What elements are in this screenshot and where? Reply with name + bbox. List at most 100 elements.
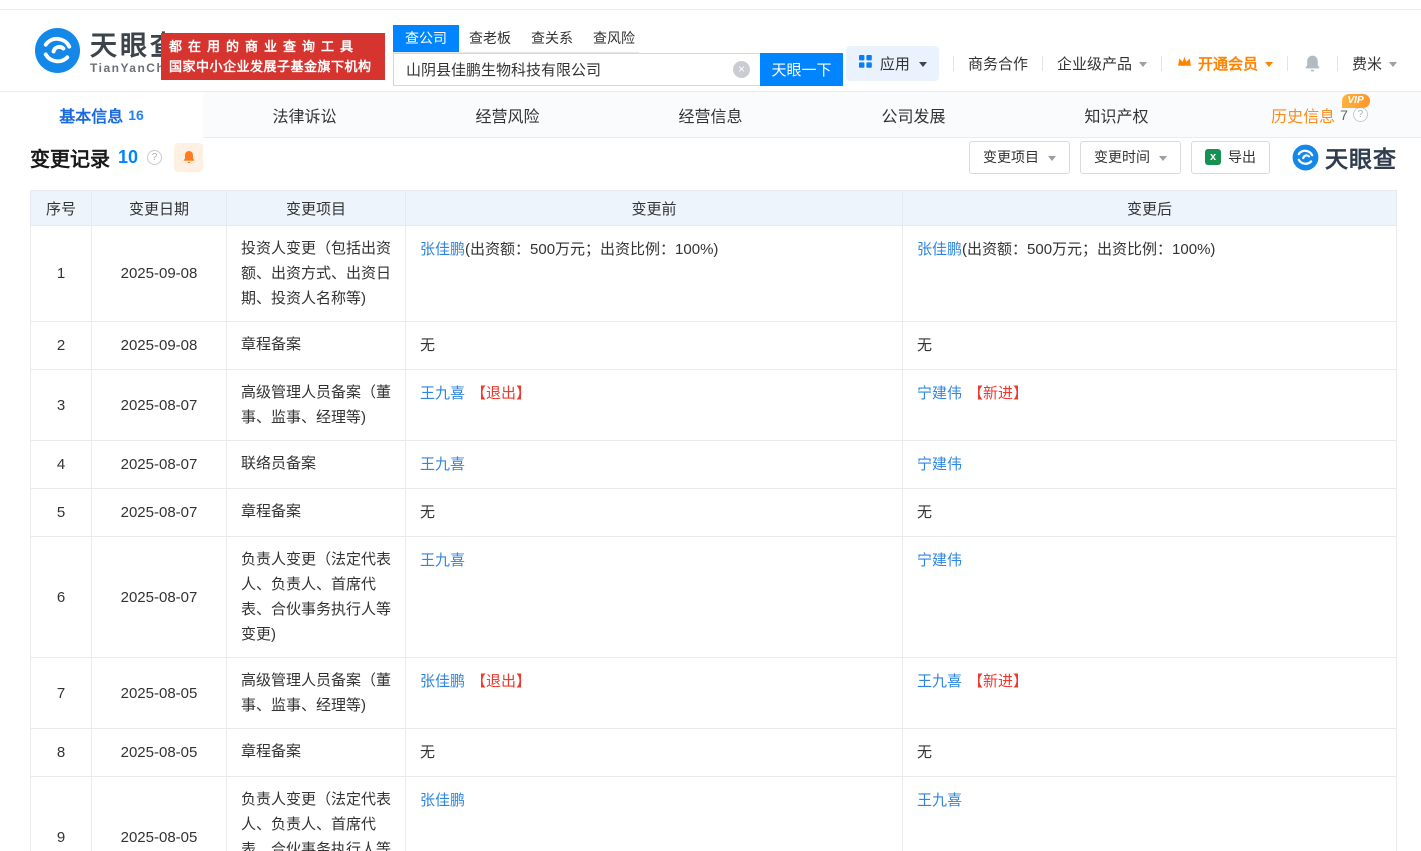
cell-item: 投资人变更（包括出资额、出资方式、出资日期、投资人名称等) bbox=[227, 226, 406, 322]
cell-date: 2025-08-07 bbox=[92, 441, 227, 489]
cell-after: 宁建伟 bbox=[903, 537, 1397, 658]
chevron-down-icon bbox=[1159, 156, 1167, 161]
apps-grid-icon bbox=[858, 54, 873, 73]
menu-item-enterprise[interactable]: 企业级产品 bbox=[1057, 53, 1147, 74]
person-link[interactable]: 宁建伟 bbox=[917, 552, 962, 569]
table-header-cell: 变更后 bbox=[903, 191, 1397, 226]
nav-tab[interactable]: 公司发展 bbox=[812, 92, 1015, 137]
cell-no: 7 bbox=[31, 658, 92, 729]
top-strip bbox=[0, 0, 1421, 10]
divider bbox=[953, 56, 954, 71]
help-icon[interactable]: ? bbox=[147, 150, 162, 165]
table-row: 12025-09-08投资人变更（包括出资额、出资方式、出资日期、投资人名称等)… bbox=[31, 226, 1397, 322]
watermark-logo: 天眼查 bbox=[1292, 140, 1397, 174]
cell-before: 王九喜 bbox=[406, 441, 903, 489]
cell-text: 无 bbox=[917, 337, 932, 354]
cell-after: 张佳鹏(出资额：500万元；出资比例：100%) bbox=[903, 226, 1397, 322]
logo-swirl-icon bbox=[1292, 144, 1319, 171]
chevron-down-icon bbox=[1389, 62, 1397, 67]
nav-tab[interactable]: 经营信息 bbox=[609, 92, 812, 137]
header: 天眼查 TianYanCha.com 都在用的商业查询工具 国家中小企业发展子基… bbox=[0, 11, 1421, 91]
cell-after: 无 bbox=[903, 729, 1397, 777]
table-row: 52025-08-07章程备案无无 bbox=[31, 489, 1397, 537]
filter-time-button[interactable]: 变更时间 bbox=[1080, 141, 1181, 174]
search-tab[interactable]: 查公司 bbox=[393, 25, 459, 52]
cell-text: (出资额：500万元；出资比例：100%) bbox=[465, 241, 718, 258]
watermark-text: 天眼查 bbox=[1325, 140, 1397, 174]
table-header-cell: 变更前 bbox=[406, 191, 903, 226]
apps-menu-button[interactable]: 应用 bbox=[846, 46, 939, 81]
nav-tab-label: 法律诉讼 bbox=[272, 103, 336, 127]
cell-item: 章程备案 bbox=[227, 729, 406, 777]
notification-bell-icon[interactable] bbox=[1302, 53, 1323, 74]
table-header-cell: 变更项目 bbox=[227, 191, 406, 226]
table-row: 72025-08-05高级管理人员备案（董事、监事、经理等)张佳鹏【退出】王九喜… bbox=[31, 658, 1397, 729]
person-link[interactable]: 张佳鹏 bbox=[420, 792, 465, 809]
section-title: 变更记录 bbox=[30, 143, 110, 172]
person-link[interactable]: 王九喜 bbox=[917, 792, 962, 809]
nav-tab[interactable]: 经营风险 bbox=[406, 92, 609, 137]
cell-text: 无 bbox=[420, 337, 435, 354]
company-search-input[interactable] bbox=[393, 53, 760, 86]
chevron-down-icon bbox=[1265, 62, 1273, 67]
export-button[interactable]: x 导出 bbox=[1191, 141, 1270, 174]
vip-menu-button[interactable]: 开通会员 bbox=[1176, 53, 1273, 74]
search-tab[interactable]: 查老板 bbox=[459, 25, 521, 52]
cell-before: 王九喜【退出】 bbox=[406, 370, 903, 441]
change-records-table: 序号变更日期变更项目变更前变更后 12025-09-08投资人变更（包括出资额、… bbox=[30, 190, 1397, 851]
cell-date: 2025-08-07 bbox=[92, 489, 227, 537]
section-count: 10 bbox=[118, 147, 138, 168]
change-status-tag: 【新进】 bbox=[968, 385, 1028, 402]
promo-line1: 都在用的商业查询工具 bbox=[169, 37, 377, 57]
person-link[interactable]: 张佳鹏 bbox=[420, 241, 465, 258]
person-link[interactable]: 王九喜 bbox=[420, 456, 465, 473]
promo-line2: 国家中小企业发展子基金旗下机构 bbox=[169, 57, 377, 77]
nav-tab-label: 公司发展 bbox=[881, 103, 945, 127]
cell-item: 高级管理人员备案（董事、监事、经理等) bbox=[227, 370, 406, 441]
nav-tab[interactable]: 知识产权 bbox=[1015, 92, 1218, 137]
clear-search-icon[interactable]: × bbox=[733, 61, 750, 78]
nav-tab[interactable]: 基本信息16 bbox=[0, 92, 203, 138]
person-link[interactable]: 王九喜 bbox=[420, 552, 465, 569]
cell-item: 负责人变更（法定代表人、负责人、首席代表、合伙事务执行人等变更) bbox=[227, 777, 406, 851]
change-status-tag: 【新进】 bbox=[968, 673, 1028, 690]
cell-no: 6 bbox=[31, 537, 92, 658]
cell-date: 2025-08-07 bbox=[92, 537, 227, 658]
nav-tab[interactable]: 历史信息7?VIP bbox=[1218, 92, 1421, 137]
username: 费米 bbox=[1352, 53, 1382, 74]
user-menu[interactable]: 费米 bbox=[1352, 53, 1397, 74]
cell-after: 王九喜 bbox=[903, 777, 1397, 851]
cell-text: (出资额：500万元；出资比例：100%) bbox=[962, 241, 1215, 258]
nav-tab[interactable]: 法律诉讼 bbox=[203, 92, 406, 137]
cell-date: 2025-09-08 bbox=[92, 226, 227, 322]
menu-item-cooperation[interactable]: 商务合作 bbox=[968, 53, 1028, 74]
table-header-cell: 序号 bbox=[31, 191, 92, 226]
table-row: 42025-08-07联络员备案王九喜宁建伟 bbox=[31, 441, 1397, 489]
subscribe-bell-button[interactable] bbox=[174, 143, 203, 172]
cell-before: 无 bbox=[406, 322, 903, 370]
table-body: 12025-09-08投资人变更（包括出资额、出资方式、出资日期、投资人名称等)… bbox=[31, 226, 1397, 851]
search-tab[interactable]: 查关系 bbox=[521, 25, 583, 52]
excel-icon: x bbox=[1205, 149, 1221, 165]
cell-item: 章程备案 bbox=[227, 322, 406, 370]
search-tab[interactable]: 查风险 bbox=[583, 25, 645, 52]
filter-project-button[interactable]: 变更项目 bbox=[969, 141, 1070, 174]
person-link[interactable]: 宁建伟 bbox=[917, 385, 962, 402]
cell-before: 张佳鹏 bbox=[406, 777, 903, 851]
cell-text: 无 bbox=[917, 744, 932, 761]
person-link[interactable]: 张佳鹏 bbox=[420, 673, 465, 690]
change-status-tag: 【退出】 bbox=[471, 673, 531, 690]
cell-date: 2025-09-08 bbox=[92, 322, 227, 370]
person-link[interactable]: 宁建伟 bbox=[917, 456, 962, 473]
promo-banner: 都在用的商业查询工具 国家中小企业发展子基金旗下机构 bbox=[161, 33, 385, 80]
person-link[interactable]: 王九喜 bbox=[917, 673, 962, 690]
person-link[interactable]: 王九喜 bbox=[420, 385, 465, 402]
nav-tab-count: 7 bbox=[1340, 107, 1348, 123]
person-link[interactable]: 张佳鹏 bbox=[917, 241, 962, 258]
cell-before: 无 bbox=[406, 489, 903, 537]
bell-icon bbox=[181, 149, 197, 165]
search-button[interactable]: 天眼一下 bbox=[760, 53, 843, 86]
help-icon[interactable]: ? bbox=[1353, 107, 1368, 122]
cell-no: 8 bbox=[31, 729, 92, 777]
cell-item: 章程备案 bbox=[227, 489, 406, 537]
